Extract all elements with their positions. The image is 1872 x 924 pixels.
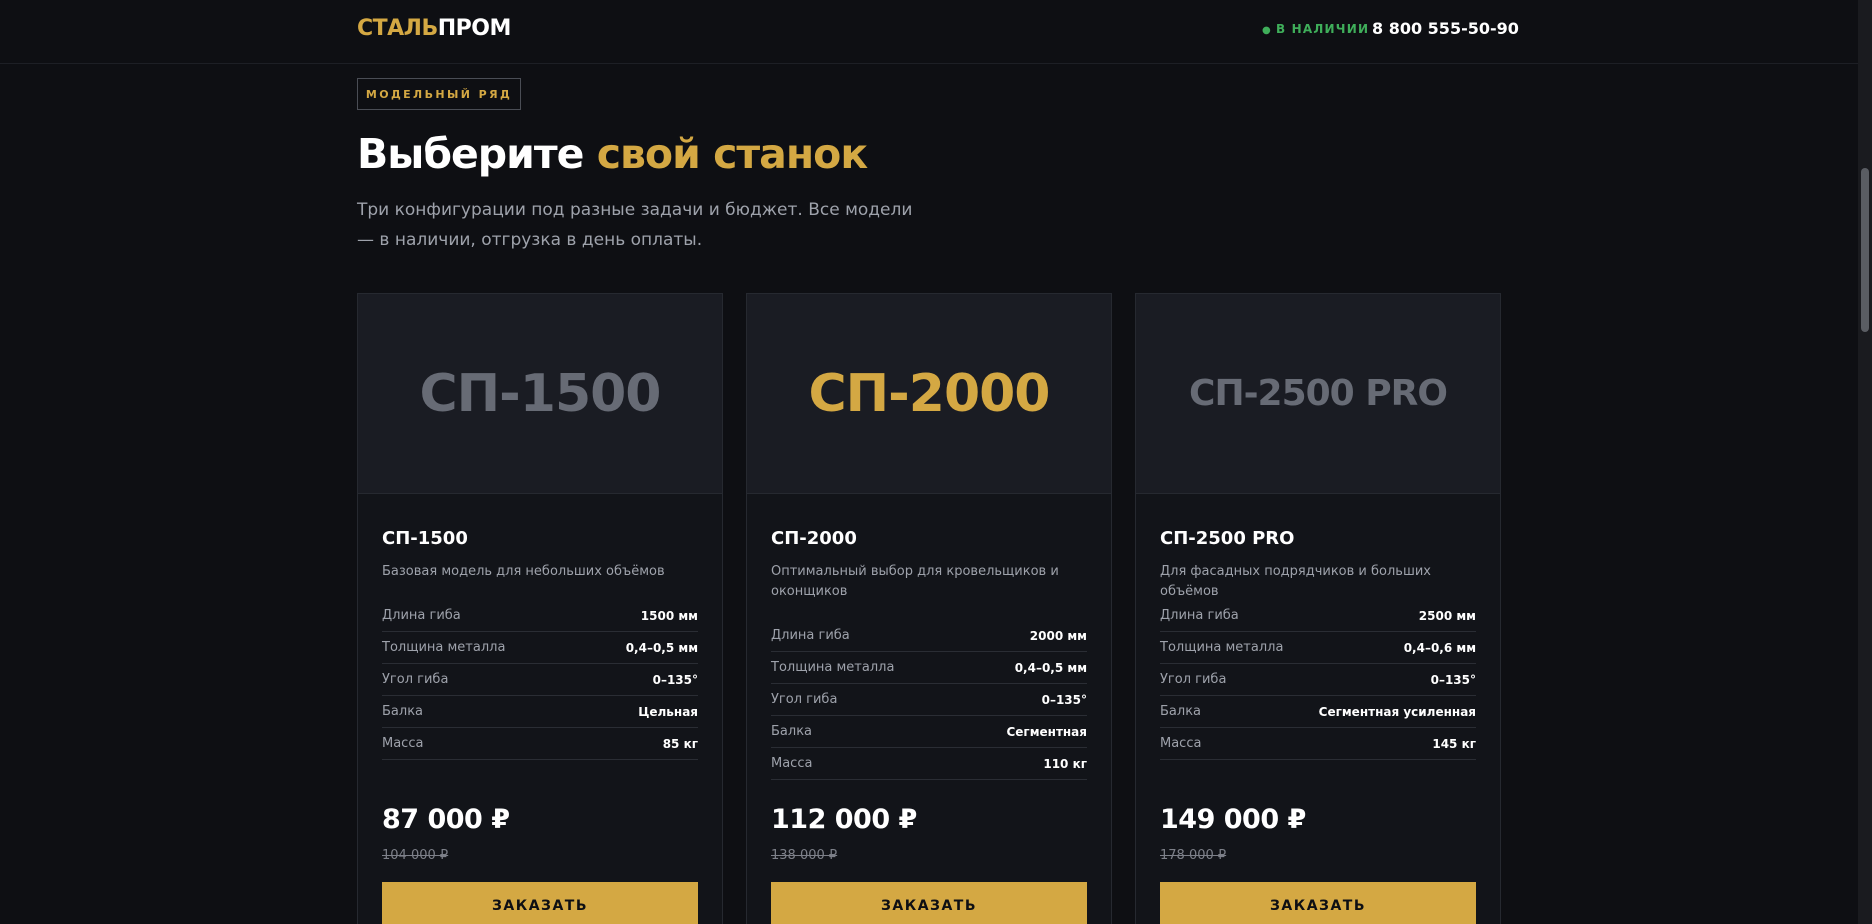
spec-row: Угол гиба 0–135°: [1160, 664, 1476, 696]
spec-label: Масса: [1160, 736, 1202, 751]
spec-label: Толщина металла: [1160, 640, 1284, 655]
product-hero-label: СП-1500: [419, 363, 662, 424]
spec-value: 0–135°: [1041, 692, 1087, 707]
spec-row: Толщина металла 0,4–0,5 мм: [382, 632, 698, 664]
spec-row: Балка Цельная: [382, 696, 698, 728]
product-card-sp2500pro: СП-2500 PRO СП-2500 PRO Для фасадных под…: [1135, 293, 1501, 924]
product-description: Для фасадных подрядчиков и больших объём…: [1160, 564, 1431, 599]
spec-row: Балка Сегментная: [771, 716, 1087, 748]
logo-part-1: СТАЛЬ: [357, 16, 438, 41]
spec-label: Длина гиба: [382, 608, 461, 623]
product-hero: СП-2000: [747, 294, 1111, 494]
spec-list: Длина гиба 2000 мм Толщина металла 0,4–0,5…: [771, 620, 1087, 780]
spec-row: Угол гиба 0–135°: [771, 684, 1087, 716]
product-name: СП-2000: [771, 528, 857, 549]
product-hero: СП-2500 PRO: [1136, 294, 1500, 494]
spec-value: Цельная: [638, 704, 698, 719]
spec-value: 2000 мм: [1029, 628, 1087, 643]
spec-value: Сегментная усиленная: [1318, 704, 1476, 719]
spec-row: Масса 145 кг: [1160, 728, 1476, 760]
spec-list: Длина гиба 1500 мм Толщина металла 0,4–0,5…: [382, 600, 698, 760]
page-scrollbar[interactable]: [1858, 0, 1872, 924]
product-card-sp2000: СП-2000 СП-2000 Оптимальный выбор для кр…: [746, 293, 1112, 924]
product-old-price: 138 000 ₽: [771, 848, 838, 863]
section-subtitle: Три конфигурации под разные задачи и бюд…: [357, 200, 913, 250]
spec-row: Масса 85 кг: [382, 728, 698, 760]
spec-label: Масса: [771, 756, 813, 771]
spec-label: Толщина металла: [771, 660, 895, 675]
stock-status: ● В НАЛИЧИИ: [1262, 22, 1369, 36]
phone-link[interactable]: 8 800 555-50-90: [1372, 19, 1519, 38]
spec-label: Масса: [382, 736, 424, 751]
product-old-price: 178 000 ₽: [1160, 848, 1227, 863]
spec-value: 0,4–0,5 мм: [625, 640, 698, 655]
product-description: Базовая модель для небольших объёмов: [382, 564, 665, 579]
title-highlight: свой станок: [596, 130, 868, 178]
order-button[interactable]: ЗАКАЗАТЬ: [382, 882, 698, 924]
spec-row: Угол гиба 0–135°: [382, 664, 698, 696]
spec-label: Балка: [771, 724, 813, 739]
spec-label: Длина гиба: [1160, 608, 1239, 623]
product-hero: СП-1500: [358, 294, 722, 494]
section-badge: МОДЕЛЬНЫЙ РЯД: [357, 78, 521, 110]
spec-value: Сегментная: [1006, 724, 1087, 739]
spec-value: 0–135°: [652, 672, 698, 687]
product-description: Оптимальный выбор для кровельщиков и око…: [771, 564, 1059, 599]
product-price: 112 000 ₽: [771, 804, 917, 835]
logo-part-2: ПРОМ: [437, 16, 512, 41]
title-part-1: Выберите: [357, 130, 597, 178]
spec-row: Толщина металла 0,4–0,5 мм: [771, 652, 1087, 684]
spec-label: Балка: [1160, 704, 1202, 719]
spec-row: Толщина металла 0,4–0,6 мм: [1160, 632, 1476, 664]
product-hero-label: СП-2000: [808, 363, 1051, 424]
product-name: СП-1500: [382, 528, 468, 549]
order-button[interactable]: ЗАКАЗАТЬ: [1160, 882, 1476, 924]
spec-value: 145 кг: [1432, 736, 1476, 751]
spec-row: Длина гиба 2000 мм: [771, 620, 1087, 652]
stock-status-label: В НАЛИЧИИ: [1275, 22, 1370, 36]
spec-row: Длина гиба 2500 мм: [1160, 600, 1476, 632]
site-header: СТАЛЬПРОМ ● В НАЛИЧИИ 8 800 555-50-90: [0, 0, 1858, 64]
product-name: СП-2500 PRO: [1160, 528, 1295, 549]
spec-row: Масса 110 кг: [771, 748, 1087, 780]
spec-list: Длина гиба 2500 мм Толщина металла 0,4–0,6…: [1160, 600, 1476, 760]
spec-value: 1500 мм: [640, 608, 698, 623]
spec-row: Длина гиба 1500 мм: [382, 600, 698, 632]
spec-label: Угол гиба: [1160, 672, 1227, 687]
spec-row: Балка Сегментная усиленная: [1160, 696, 1476, 728]
spec-value: 0,4–0,5 мм: [1014, 660, 1087, 675]
product-hero-label: СП-2500 PRO: [1189, 373, 1448, 414]
spec-value: 2500 мм: [1418, 608, 1476, 623]
spec-label: Длина гиба: [771, 628, 850, 643]
scrollbar-thumb[interactable]: [1861, 168, 1869, 332]
spec-value: 110 кг: [1043, 756, 1087, 771]
product-price: 149 000 ₽: [1160, 804, 1306, 835]
spec-label: Угол гиба: [771, 692, 838, 707]
section-title: Выберите свой станок: [357, 130, 868, 178]
site-logo[interactable]: СТАЛЬПРОМ: [357, 16, 511, 41]
spec-value: 0–135°: [1430, 672, 1476, 687]
spec-value: 85 кг: [662, 736, 698, 751]
spec-label: Балка: [382, 704, 424, 719]
product-price: 87 000 ₽: [382, 804, 510, 835]
product-old-price: 104 000 ₽: [382, 848, 449, 863]
spec-label: Толщина металла: [382, 640, 506, 655]
spec-value: 0,4–0,6 мм: [1403, 640, 1476, 655]
order-button[interactable]: ЗАКАЗАТЬ: [771, 882, 1087, 924]
product-card-sp1500: СП-1500 СП-1500 Базовая модель для небол…: [357, 293, 723, 924]
spec-label: Угол гиба: [382, 672, 449, 687]
status-dot-icon: ●: [1262, 25, 1272, 36]
